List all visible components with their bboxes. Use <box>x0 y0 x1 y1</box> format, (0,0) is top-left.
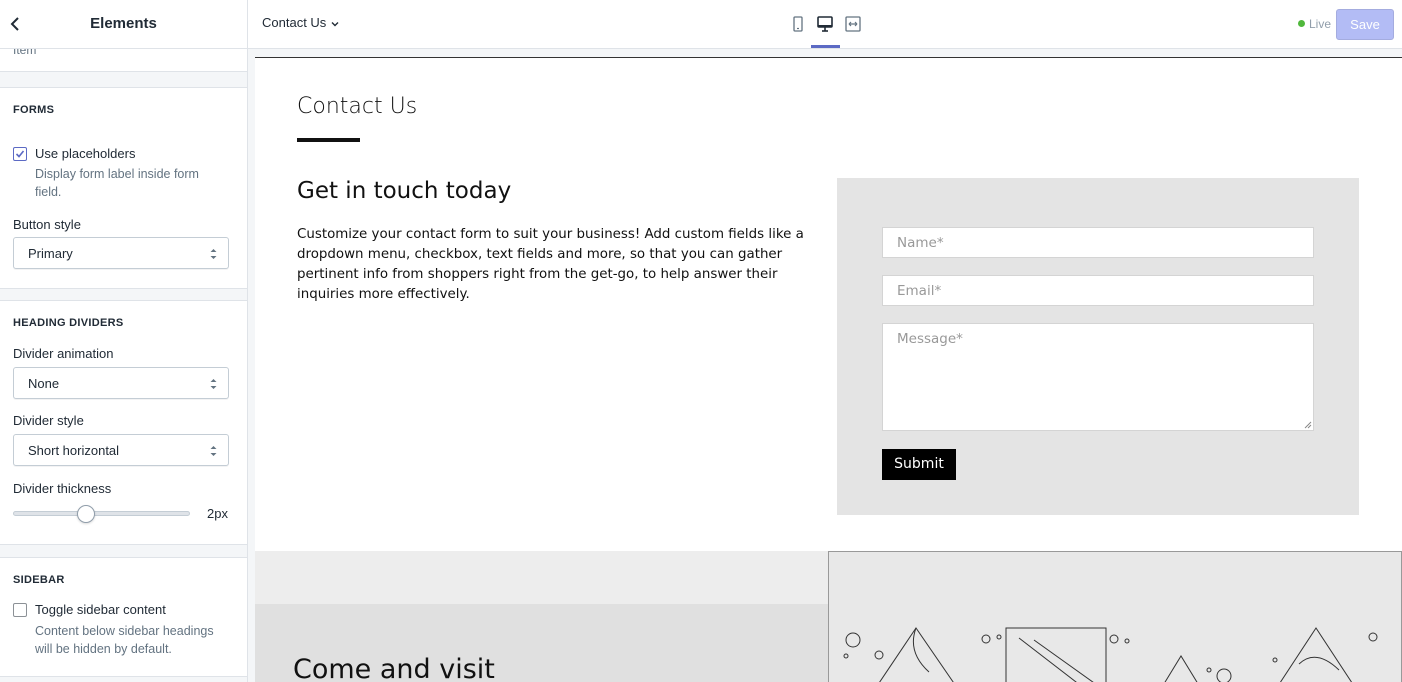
resize-handle-icon[interactable] <box>1304 421 1312 429</box>
submit-button[interactable]: Submit <box>882 449 956 480</box>
button-style-select[interactable]: Primary <box>13 237 229 269</box>
live-dot-icon <box>1298 20 1305 27</box>
name-placeholder: Name* <box>897 235 944 251</box>
use-placeholders-label[interactable]: Use placeholders <box>35 146 135 161</box>
mobile-view-icon[interactable] <box>788 14 808 34</box>
divider-thickness-slider[interactable]: 2px <box>0 505 247 531</box>
heading-dividers-heading: HEADING DIVIDERS <box>13 317 124 329</box>
checkmark-icon <box>15 150 25 158</box>
divider-style-label: Divider style <box>13 413 84 428</box>
divider-thickness-label: Divider thickness <box>13 481 112 496</box>
select-arrows-icon <box>210 379 217 389</box>
name-input[interactable]: Name* <box>882 227 1314 258</box>
live-status: Live <box>1298 17 1331 31</box>
forms-heading: FORMS <box>13 104 55 116</box>
save-button[interactable]: Save <box>1336 9 1394 40</box>
toggle-sidebar-help: Content below sidebar headings will be h… <box>35 624 214 656</box>
visit-section: Come and visit <box>255 551 1402 682</box>
touch-description: Customize your contact form to suit your… <box>297 227 804 302</box>
visit-illustration <box>828 551 1402 682</box>
sidebar-scrolled-section: Item <box>0 49 247 72</box>
page-selector-label: Contact Us <box>262 15 327 30</box>
chevron-down-icon <box>331 21 339 27</box>
email-placeholder: Email* <box>897 283 942 299</box>
button-style-value: Primary <box>28 246 73 261</box>
slider-thumb[interactable] <box>76 505 95 523</box>
email-input[interactable]: Email* <box>882 275 1314 306</box>
divider-thickness-value: 2px <box>207 506 228 521</box>
divider-animation-value: None <box>28 376 60 391</box>
fullscreen-view-icon[interactable] <box>843 14 863 34</box>
use-placeholders-help: Display form label inside form field. <box>35 167 199 199</box>
sidebar-heading: SIDEBAR <box>13 574 65 586</box>
select-arrows-icon <box>210 249 217 259</box>
toggle-sidebar-label[interactable]: Toggle sidebar content <box>35 602 166 617</box>
touch-heading: Get in touch today <box>297 178 512 204</box>
desktop-view-icon[interactable] <box>815 14 835 34</box>
active-view-indicator <box>811 45 840 48</box>
slider-track[interactable] <box>13 511 190 516</box>
illustration-graphic <box>843 627 1378 682</box>
store-preview: Contact Us Get in touch today Customize … <box>255 57 1402 682</box>
divider-animation-label: Divider animation <box>13 346 114 361</box>
top-bar: Contact Us Live Save <box>248 0 1402 49</box>
forms-card: FORMS Use placeholders Display form labe… <box>0 87 247 289</box>
divider-animation-select[interactable]: None <box>13 367 229 399</box>
heading-dividers-card: HEADING DIVIDERS Divider animation None … <box>0 300 247 545</box>
divider-style-select[interactable]: Short horizontal <box>13 434 229 466</box>
message-placeholder: Message* <box>897 331 963 347</box>
page-selector[interactable]: Contact Us <box>262 15 340 30</box>
sidebar-settings-card: SIDEBAR Toggle sidebar content Content b… <box>0 557 247 677</box>
live-label: Live <box>1309 17 1332 31</box>
button-style-label: Button style <box>13 217 81 232</box>
visit-heading: Come and visit <box>293 654 495 682</box>
contact-form: Name* Email* Message* Submit <box>837 178 1359 515</box>
sidebar-header: Elements <box>0 0 247 49</box>
toggle-sidebar-checkbox[interactable] <box>13 603 27 617</box>
select-arrows-icon <box>210 446 217 456</box>
scrolled-item-label: Item <box>13 49 37 57</box>
heading-divider <box>297 138 360 142</box>
sidebar-title: Elements <box>90 15 157 32</box>
use-placeholders-checkbox[interactable] <box>13 147 27 161</box>
divider-style-value: Short horizontal <box>28 443 120 458</box>
message-textarea[interactable]: Message* <box>882 323 1314 431</box>
sidebar: Elements Item FORMS Use placeholders Dis… <box>0 0 248 682</box>
section-title: Contact Us <box>297 94 418 119</box>
